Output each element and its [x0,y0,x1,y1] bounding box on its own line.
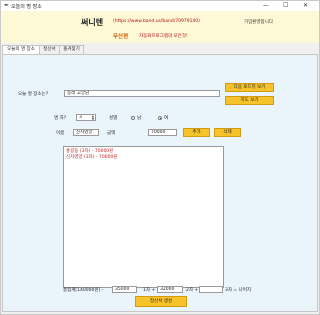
gender-female-radio[interactable] [158,116,162,120]
maximize-button[interactable]: ☐ [283,2,288,9]
gender-male-label: 남 [137,116,142,121]
people-spinbox[interactable]: 3 ▲ ▼ [76,114,96,121]
third-round-input[interactable] [199,286,223,293]
app-window: ✒ 오늘의 명 장소 — ☐ ✕ 써니텐 (https://www.band.u… [0,0,320,315]
greeting-text: 가입환영합니다 [244,20,273,25]
list-item[interactable]: 신자영양 (3차) - 70000원 [66,154,117,160]
third-round-label: 3차 = 나머지 [225,288,252,293]
tab-favorites[interactable]: 즐겨찾기 [59,45,84,54]
gender-female-label: 여 [164,116,169,121]
total-label: 총합계[140000원] - [63,288,104,293]
gender-label: 성별 [109,116,118,121]
spin-arrows-icon[interactable]: ▲ ▼ [92,115,94,120]
add-button[interactable]: 추가 [183,128,210,137]
location-input[interactable]: 동래 고궁남 [64,90,220,97]
window-title: 오늘의 명 장소 [11,4,42,10]
amount-input[interactable]: 70000 [148,129,177,136]
generate-settlement-button[interactable]: 정산서 생성 [135,296,187,307]
second-round-label: 2차 + [186,288,199,293]
name-input[interactable]: 신자영양 [73,129,99,136]
entries-listbox[interactable]: 홍길동 (3차) - 70000원 신자영양 (3차) - 70000원 [63,146,224,288]
close-button[interactable]: ✕ [303,2,308,9]
people-value: 3 [79,115,82,120]
brand-title: 써니텐 [81,18,104,27]
header-banner: 써니텐 (https://www.band.us/band/70979140) … [1,11,319,43]
edition-label: 무산편 [113,34,129,40]
title-bar: ✒ 오늘의 명 장소 — ☐ ✕ [1,1,319,11]
first-round-input[interactable]: 35000 [112,286,137,293]
delete-button[interactable]: 삭제 [214,128,241,137]
location-label: 오늘 명 장소는? [18,92,49,97]
tab-settlement[interactable]: 정산서 [39,45,60,54]
band-link[interactable]: (https://www.band.us/band/70979140) [113,19,200,24]
first-round-label: 1차 + [143,288,156,293]
minimize-button[interactable]: — [263,2,269,9]
feather-icon: ✒ [4,2,10,9]
road-view-button[interactable]: 다음 로드뷰 보기 [225,83,274,92]
people-label: 명 자? [54,116,67,121]
second-round-input[interactable]: 32000 [157,286,183,293]
name-label: 이름 [56,131,65,136]
main-panel: 오늘 명 장소는? 동래 고궁남 다음 로드뷰 보기 지도 보기 명 자? 3 … [2,54,318,312]
tagline-text: 자동화프로그램의 모든것! [139,34,188,39]
gender-male-radio[interactable] [131,116,135,120]
amount-label: 금액 [107,131,116,136]
map-view-button[interactable]: 지도 보기 [225,96,274,105]
